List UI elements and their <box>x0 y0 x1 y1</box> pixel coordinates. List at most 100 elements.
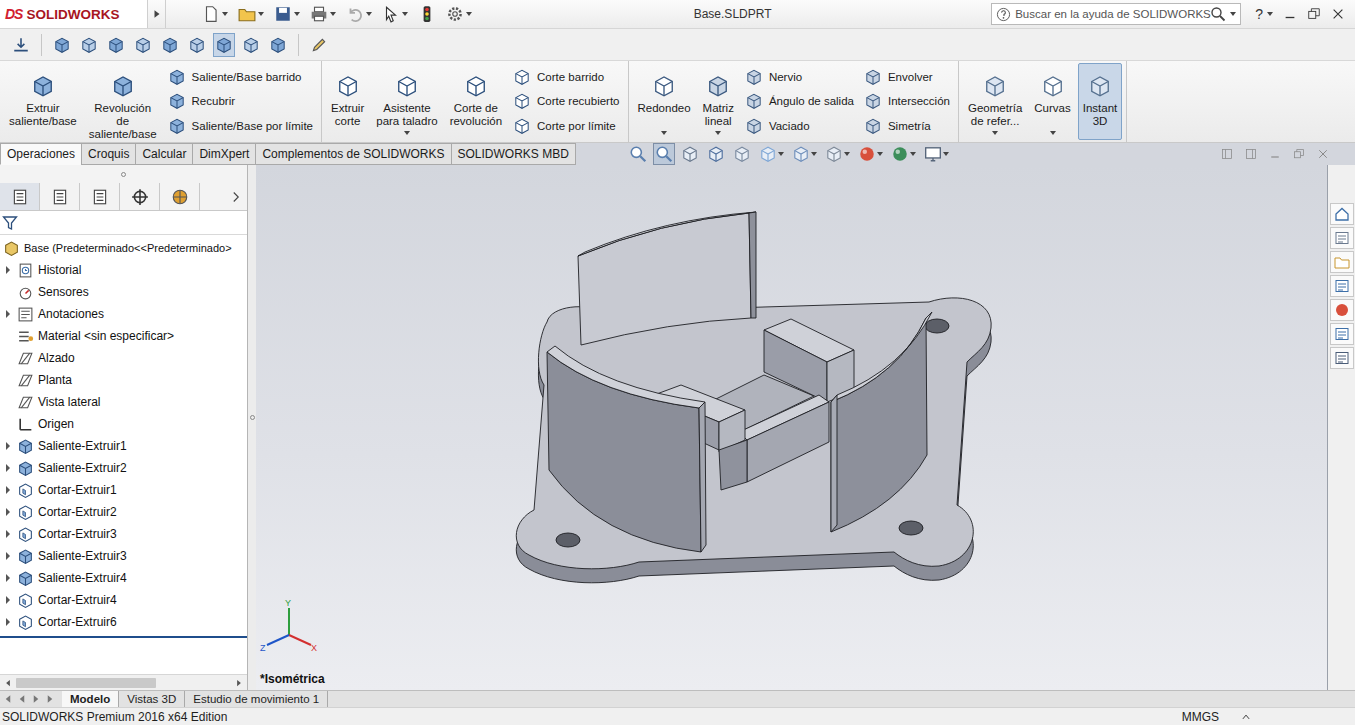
panel-more-button[interactable] <box>225 183 247 210</box>
command-button[interactable]: Saliente/Base barrido <box>168 66 313 88</box>
explorer-icon[interactable] <box>1334 278 1350 294</box>
rollback-bar[interactable] <box>0 636 247 638</box>
tile-icon[interactable] <box>1221 148 1233 160</box>
forum-icon[interactable] <box>1334 350 1350 366</box>
tree-item[interactable]: Vista lateral <box>0 391 247 413</box>
model-tab[interactable]: Estudio de movimiento 1 <box>185 691 328 707</box>
close-icon[interactable] <box>1331 7 1345 21</box>
expander[interactable] <box>3 463 13 473</box>
display-manager-tab[interactable] <box>160 183 200 210</box>
command-button[interactable]: Simetría <box>864 115 950 137</box>
open-button[interactable] <box>236 3 266 25</box>
expander[interactable] <box>3 265 13 275</box>
feature-tab[interactable]: Calcular <box>135 143 193 165</box>
model-tab[interactable]: Vistas 3D <box>119 691 185 707</box>
expander[interactable] <box>3 617 13 627</box>
hide-show-button[interactable] <box>823 143 852 165</box>
zoom-icon[interactable] <box>629 145 647 163</box>
view-tool-button[interactable] <box>186 33 208 57</box>
gear-icon[interactable] <box>446 5 464 23</box>
new-button[interactable] <box>200 3 230 25</box>
save-icon[interactable] <box>274 5 292 23</box>
minimize-icon[interactable] <box>1283 7 1297 21</box>
command-button[interactable]: Matrizlineal <box>698 63 739 140</box>
command-button[interactable]: Extruirsaliente/base <box>4 63 82 140</box>
save-button[interactable] <box>272 3 302 25</box>
command-button[interactable]: Extruircorte <box>326 63 369 140</box>
property-manager-tab[interactable] <box>40 183 80 210</box>
restore-icon[interactable] <box>1307 7 1321 21</box>
command-button[interactable]: Redondeo <box>633 63 696 140</box>
view-tool-button[interactable] <box>105 33 127 57</box>
command-button[interactable]: Revolucióndesaliente/base <box>84 63 162 140</box>
feature-tab[interactable]: Croquis <box>81 143 136 165</box>
configuration-manager-tab[interactable] <box>80 183 120 210</box>
minimize-icon[interactable] <box>1269 148 1281 160</box>
tree-item[interactable]: Saliente-Extruir3 <box>0 545 247 567</box>
help-button[interactable]: ? <box>1255 6 1273 22</box>
select-button[interactable] <box>380 3 410 25</box>
command-button[interactable]: Corte recubierto <box>513 90 619 112</box>
section-icon[interactable] <box>707 145 725 163</box>
tree-item[interactable]: Cortar-Extruir2 <box>0 501 247 523</box>
close-icon[interactable] <box>1317 148 1329 160</box>
tree-item[interactable]: Cortar-Extruir1 <box>0 479 247 501</box>
appearance-icon[interactable] <box>1334 302 1350 318</box>
command-button[interactable]: Corte derevolución <box>445 63 507 140</box>
annotation-icon[interactable] <box>733 145 751 163</box>
feature-tab[interactable]: Operaciones <box>0 143 82 165</box>
display-style-button[interactable] <box>790 143 819 165</box>
view-tool-button[interactable] <box>10 33 32 57</box>
expander[interactable] <box>3 309 13 319</box>
tree-item[interactable]: Saliente-Extruir1 <box>0 435 247 457</box>
restore-icon[interactable] <box>1293 148 1305 160</box>
command-button[interactable]: Intersección <box>864 90 950 112</box>
new-icon[interactable] <box>202 5 220 23</box>
expander[interactable] <box>3 485 13 495</box>
tree-root-item[interactable]: Base (Predeterminado<<Predeterminado> <box>0 237 247 259</box>
previous-arrow-icon[interactable] <box>16 693 28 705</box>
model-tab[interactable]: Modelo <box>62 691 119 707</box>
command-button[interactable]: Corte barrido <box>513 66 619 88</box>
last-arrow-icon[interactable] <box>44 693 56 705</box>
feature-tab[interactable]: DimXpert <box>192 143 256 165</box>
menu-flyout-button[interactable] <box>148 0 166 28</box>
command-button[interactable]: Instant3D <box>1078 63 1123 140</box>
appearance-button[interactable] <box>1330 299 1354 321</box>
model-viewport-canvas[interactable]: YXZ <box>256 165 1327 672</box>
orientation-icon[interactable] <box>759 145 777 163</box>
next-arrow-icon[interactable] <box>30 693 42 705</box>
tree-item[interactable]: Cortar-Extruir4 <box>0 589 247 611</box>
first-arrow-icon[interactable] <box>2 693 14 705</box>
properties-icon[interactable] <box>1334 326 1350 342</box>
command-button[interactable]: Corte por límite <box>513 115 619 137</box>
tree-item[interactable]: Alzado <box>0 347 247 369</box>
command-button[interactable]: Asistentepara taladro <box>371 63 442 140</box>
command-button[interactable]: Nervio <box>745 66 854 88</box>
scroll-thumb[interactable] <box>16 678 156 688</box>
zoom-area-button[interactable] <box>653 143 675 165</box>
tree-filter-field[interactable] <box>0 211 247 235</box>
dimxpert-manager-tab[interactable] <box>120 183 160 210</box>
annotation-button[interactable] <box>731 143 753 165</box>
tile-icon[interactable] <box>1245 148 1257 160</box>
feature-tab[interactable]: SOLIDWORKS MBD <box>451 143 576 165</box>
command-button[interactable]: Recubrir <box>168 90 313 112</box>
units-selector[interactable]: MMGS <box>1182 710 1355 724</box>
zoom-button[interactable] <box>627 143 649 165</box>
command-button[interactable]: Ángulo de salida <box>745 90 854 112</box>
orientation-button[interactable] <box>757 143 786 165</box>
tree-item[interactable]: Origen <box>0 413 247 435</box>
home-icon[interactable] <box>1334 206 1350 222</box>
tree-item[interactable]: Sensores <box>0 281 247 303</box>
scene-icon[interactable] <box>891 145 909 163</box>
home-button[interactable] <box>1330 203 1354 225</box>
command-button[interactable]: Curvas <box>1029 63 1075 140</box>
horizontal-scrollbar[interactable] <box>0 674 247 690</box>
resources-icon[interactable] <box>1334 230 1350 246</box>
expander[interactable] <box>3 573 13 583</box>
light-icon[interactable] <box>418 5 436 23</box>
properties-button[interactable] <box>1330 323 1354 345</box>
explorer-button[interactable] <box>1330 275 1354 297</box>
tree-item[interactable]: Cortar-Extruir6 <box>0 611 247 633</box>
